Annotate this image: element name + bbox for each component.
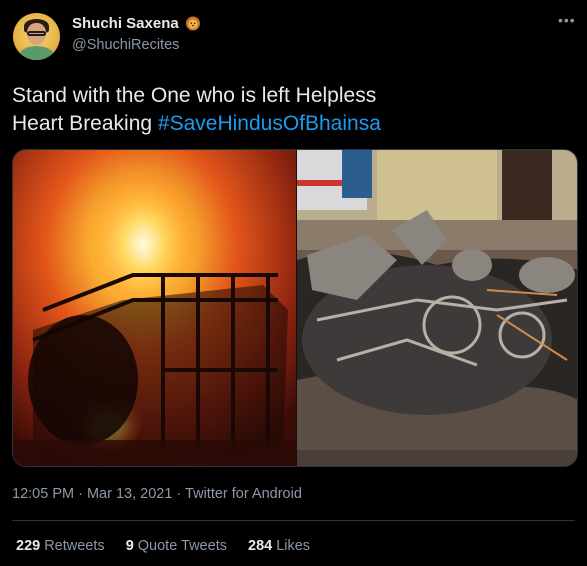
- media-grid[interactable]: [12, 149, 578, 467]
- likes-stat[interactable]: 284 Likes: [248, 538, 310, 554]
- likes-label: Likes: [276, 538, 311, 554]
- tweet-meta: 12:05 PM · Mar 13, 2021 · Twitter for An…: [12, 486, 302, 502]
- lion-face-icon: [185, 15, 201, 31]
- display-name[interactable]: Shuchi Saxena: [72, 15, 179, 32]
- engagement-stats: 229 Retweets 9 Quote Tweets 284 Likes: [16, 538, 327, 554]
- more-options-icon[interactable]: •••: [558, 12, 576, 28]
- tweet-time[interactable]: 12:05 PM: [12, 486, 74, 502]
- burnt-wreckage-photo[interactable]: [297, 150, 577, 466]
- tweet-line-1: Stand with the One who is left Helpless: [12, 84, 377, 107]
- tweet-text: Stand with the One who is left Helpless …: [12, 82, 572, 138]
- quote-tweets-label: Quote Tweets: [137, 538, 227, 554]
- quote-tweets-count: 9: [125, 538, 134, 554]
- burning-vehicle-photo[interactable]: [13, 150, 296, 466]
- retweets-stat[interactable]: 229 Retweets: [16, 538, 105, 554]
- divider: [12, 520, 575, 521]
- avatar-glasses: [27, 31, 46, 36]
- meta-separator: ·: [74, 486, 87, 502]
- user-handle[interactable]: @ShuchiRecites: [72, 37, 179, 53]
- meta-separator: ·: [172, 486, 186, 502]
- likes-count: 284: [248, 538, 273, 554]
- avatar-shirt: [19, 46, 54, 60]
- tweet-line-2-text: Heart Breaking: [12, 112, 158, 135]
- hashtag-link[interactable]: #SaveHindusOfBhainsa: [158, 112, 381, 135]
- tweet-date[interactable]: Mar 13, 2021: [87, 486, 172, 502]
- tweet-source[interactable]: Twitter for Android: [185, 486, 302, 502]
- retweets-count: 229: [16, 538, 41, 554]
- quote-tweets-stat[interactable]: 9 Quote Tweets: [126, 538, 227, 554]
- retweets-label: Retweets: [44, 538, 105, 554]
- avatar[interactable]: [13, 13, 60, 60]
- tweet-line-2: Heart Breaking #SaveHindusOfBhainsa: [12, 110, 572, 138]
- tweet-card[interactable]: Shuchi Saxena @ShuchiRecites ••• Stand w…: [0, 0, 587, 566]
